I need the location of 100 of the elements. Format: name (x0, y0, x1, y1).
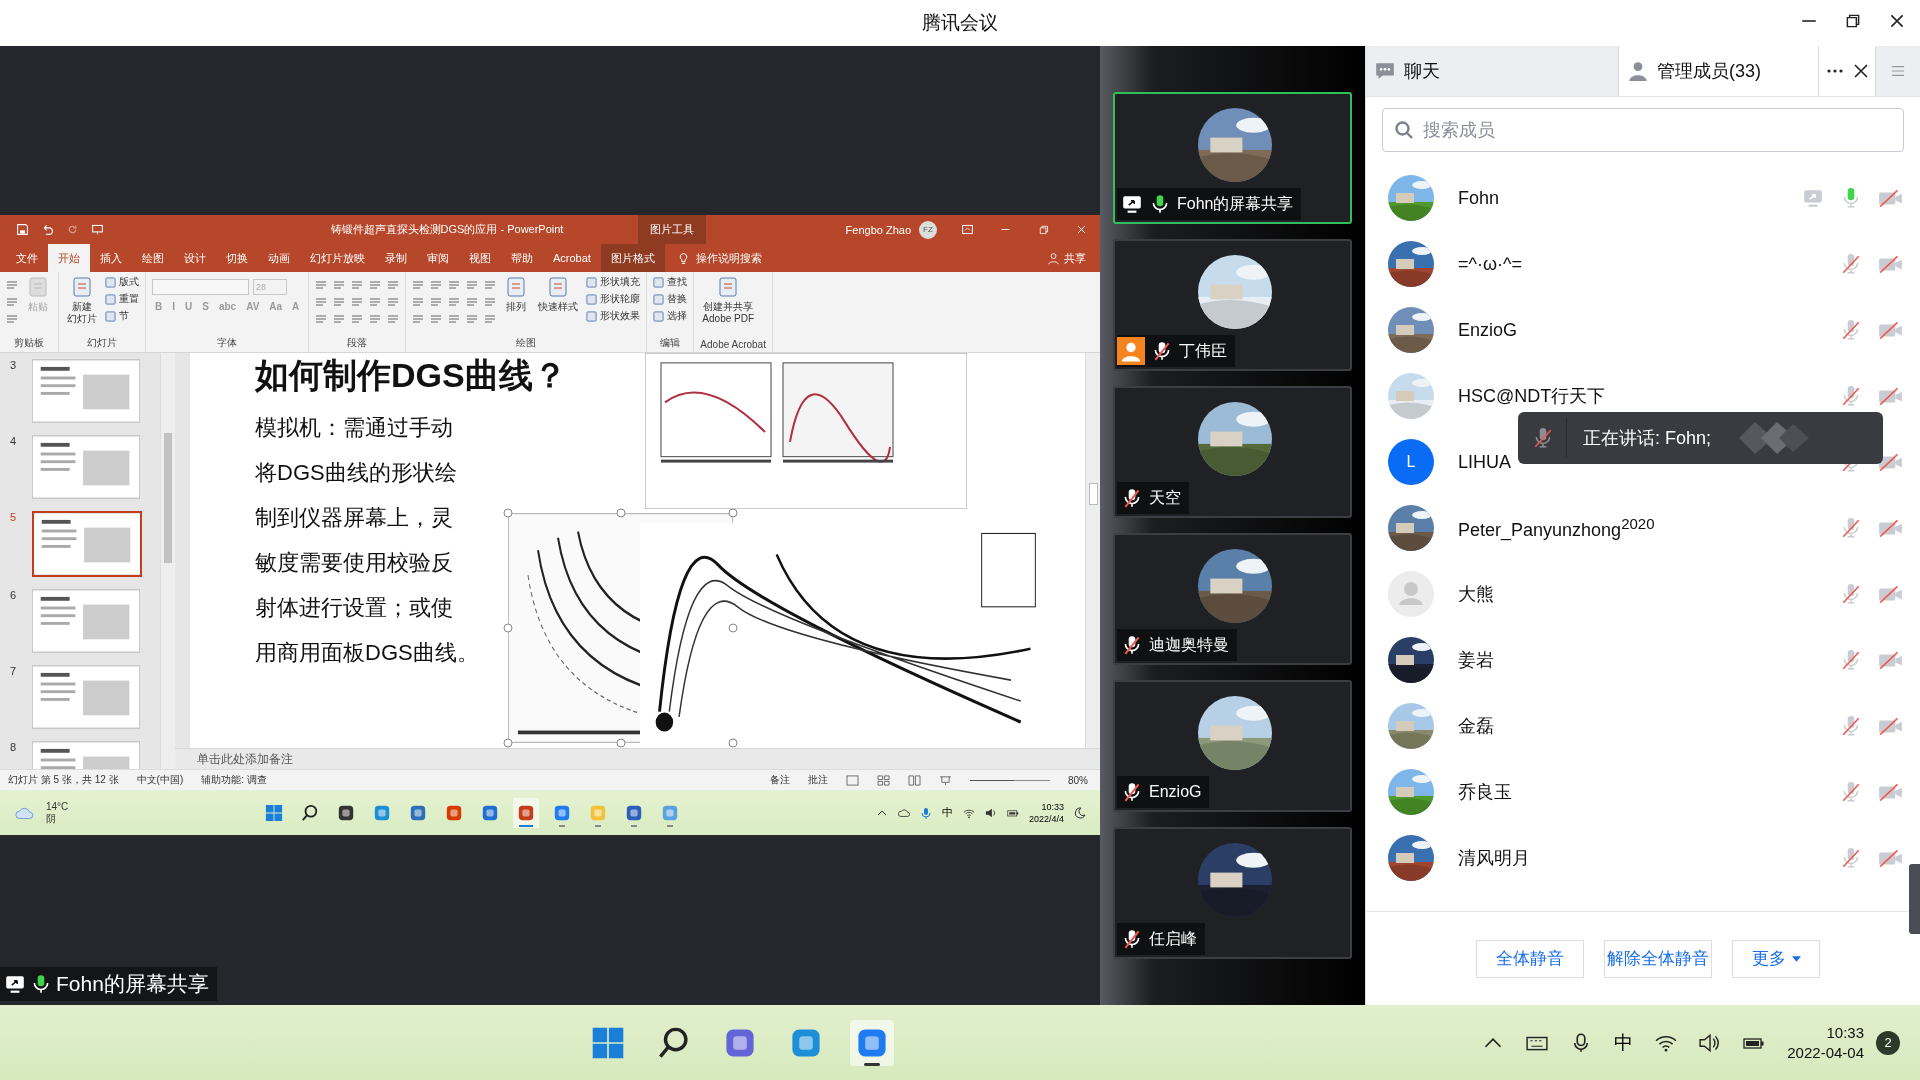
input-method[interactable]: 中 (1614, 1029, 1634, 1056)
slide-thumbnail[interactable] (32, 359, 140, 423)
ribbon-button[interactable]: 查找 (653, 275, 688, 289)
save-icon[interactable] (16, 223, 29, 236)
restore-icon[interactable] (1844, 12, 1862, 30)
tool-icon[interactable] (369, 279, 382, 291)
tool-icon[interactable] (315, 313, 328, 325)
action-button[interactable]: 解除全体静音 (1604, 939, 1712, 978)
moon-icon[interactable] (1074, 806, 1086, 819)
tool-icon[interactable] (484, 279, 497, 291)
tool-icon[interactable] (315, 296, 328, 308)
tool-icon[interactable] (448, 296, 461, 308)
ribbon-button[interactable]: 形状填充 (586, 275, 641, 289)
speaker-icon[interactable] (984, 806, 997, 819)
ribbon-button[interactable]: 形状轮廓 (586, 292, 641, 306)
cloud-icon[interactable] (897, 806, 910, 819)
action-button[interactable]: 全体静音 (1476, 939, 1584, 978)
start-icon[interactable] (591, 1025, 626, 1060)
tool-icon[interactable] (430, 313, 443, 325)
tool-icon[interactable] (387, 313, 400, 325)
grid-view-icon[interactable] (877, 774, 890, 786)
ribbon-button[interactable]: 创建并共享 Adobe PDF (700, 275, 757, 339)
font-name-field[interactable] (152, 279, 249, 295)
resize-handle[interactable] (503, 738, 513, 748)
tool-icon[interactable] (430, 279, 443, 291)
resize-handle[interactable] (503, 508, 513, 518)
video-tile[interactable]: 任启峰 (1113, 827, 1352, 959)
start-icon[interactable] (265, 803, 284, 822)
tool-icon[interactable] (351, 313, 364, 325)
slide-thumbnail[interactable] (32, 511, 142, 577)
ribbon-button[interactable]: 节 (105, 309, 139, 323)
tool-icon[interactable] (484, 296, 497, 308)
tool-icon[interactable] (412, 296, 425, 308)
redo-icon[interactable] (66, 223, 79, 236)
slide-thumbnail[interactable] (32, 589, 140, 653)
ribbon-tab[interactable]: 切换 (216, 244, 258, 272)
tool-icon[interactable] (430, 296, 443, 308)
notification-badge[interactable]: 2 (1876, 1030, 1900, 1055)
presentation-icon[interactable] (91, 223, 104, 236)
ribbon-display-icon[interactable] (961, 223, 974, 236)
panel-tab[interactable]: 聊天 (1366, 46, 1619, 96)
menu-icon[interactable] (1891, 65, 1905, 77)
language-status[interactable]: 中文(中国) (136, 773, 184, 787)
tool-icon[interactable] (333, 313, 346, 325)
zoom-level[interactable]: 80% (1068, 774, 1088, 786)
notes-button[interactable]: 备注 (770, 773, 790, 787)
tool-icon[interactable] (369, 296, 382, 308)
tool-icon[interactable] (315, 279, 328, 291)
ribbon-tab[interactable]: 幻灯片放映 (300, 244, 375, 272)
ribbon-tab[interactable]: 视图 (459, 244, 501, 272)
ribbon-button[interactable]: 形状效果 (586, 309, 641, 323)
tool-icon[interactable] (466, 313, 479, 325)
slide-thumbnail[interactable] (32, 435, 140, 499)
tool-icon[interactable] (333, 296, 346, 308)
video-tile[interactable]: Fohn的屏幕共享 (1113, 92, 1352, 224)
ribbon-button[interactable]: 新建 幻灯片 (65, 275, 99, 336)
normal-view-icon[interactable] (846, 774, 859, 786)
ribbon-button[interactable]: 快速样式 (536, 275, 581, 336)
video-tile[interactable]: 丁伟臣 (1113, 239, 1352, 371)
ribbon-button[interactable]: 排列 (502, 275, 531, 336)
tool-icon[interactable] (448, 313, 461, 325)
tool-icon[interactable] (333, 279, 346, 291)
ribbon-button[interactable]: 替换 (653, 292, 688, 306)
video-tile[interactable]: EnzioG (1113, 680, 1352, 812)
tool-icon[interactable] (387, 296, 400, 308)
tool-icon[interactable] (466, 279, 479, 291)
ribbon-button[interactable]: 重置 (105, 292, 139, 306)
ribbon-tab[interactable]: 开始 (48, 244, 90, 272)
video-tile[interactable]: 天空 (1113, 386, 1352, 518)
slideshow-icon[interactable] (939, 774, 952, 786)
tool-icon[interactable] (6, 313, 18, 325)
app-icon[interactable] (625, 803, 644, 822)
ribbon-tab[interactable]: 帮助 (501, 244, 543, 272)
ribbon-tab[interactable]: 设计 (174, 244, 216, 272)
tool-icon[interactable] (387, 279, 400, 291)
slide-thumbnail[interactable] (32, 665, 140, 729)
tool-icon[interactable] (412, 313, 425, 325)
ribbon-button[interactable]: 选择 (653, 309, 688, 323)
search-field[interactable]: 搜索成员 (1382, 108, 1904, 152)
ribbon-button[interactable]: 版式 (105, 275, 139, 289)
tool-icon[interactable] (448, 279, 461, 291)
app-icon[interactable] (337, 803, 356, 822)
share-button[interactable]: 共享 (1064, 250, 1086, 266)
app-icon[interactable] (517, 803, 536, 822)
comments-button[interactable]: 批注 (808, 773, 828, 787)
ribbon-tab[interactable]: 文件 (6, 244, 48, 272)
ribbon-tab[interactable]: 绘图 (132, 244, 174, 272)
speaker-icon[interactable] (1699, 1032, 1722, 1053)
tool-icon[interactable] (351, 296, 364, 308)
tool-icon[interactable] (351, 279, 364, 291)
ribbon-tab[interactable]: 动画 (258, 244, 300, 272)
resize-handle[interactable] (728, 738, 738, 748)
more-button[interactable]: 更多 (1732, 939, 1820, 978)
ribbon-tab[interactable]: 录制 (375, 244, 417, 272)
ribbon-tab[interactable]: 图片格式 (600, 244, 665, 272)
tool-icon[interactable] (484, 313, 497, 325)
resize-handle[interactable] (728, 508, 738, 518)
scroll-thumb[interactable] (164, 433, 172, 563)
close-icon[interactable] (1888, 12, 1906, 30)
reading-view-icon[interactable] (908, 774, 921, 786)
